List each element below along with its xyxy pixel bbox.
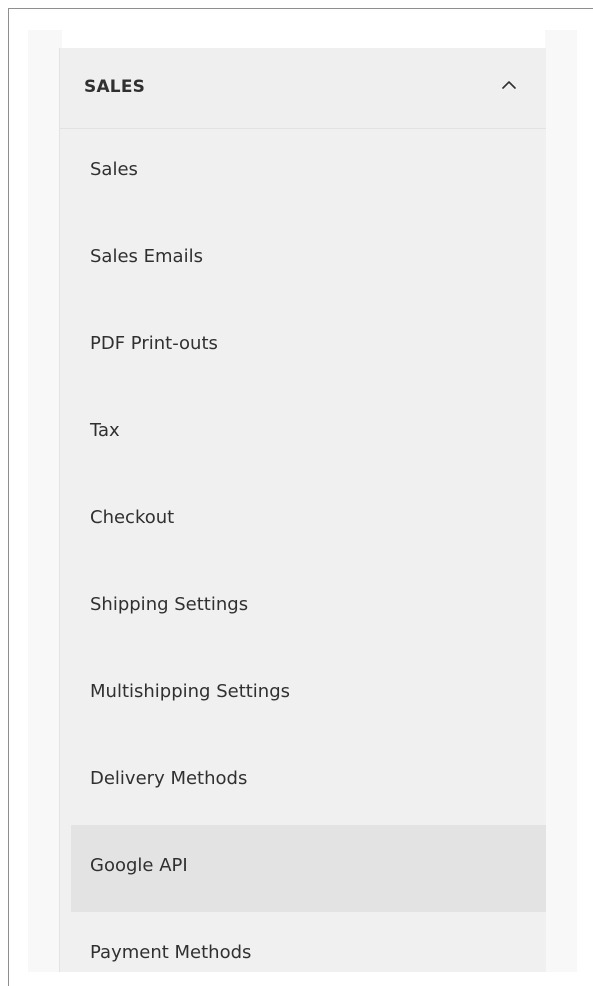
menu-item-label: Google API [90, 855, 188, 876]
menu-item-label: Delivery Methods [90, 768, 248, 789]
menu-item-delivery-methods[interactable]: Delivery Methods [60, 738, 546, 825]
section-header-sales[interactable]: SALES [60, 48, 546, 129]
menu-item-pdf-print-outs[interactable]: PDF Print-outs [60, 303, 546, 390]
menu-item-label: PDF Print-outs [90, 333, 218, 354]
menu-item-tax[interactable]: Tax [60, 390, 546, 477]
previous-section-edge [62, 30, 545, 48]
section-title: SALES [84, 77, 146, 97]
menu-item-shipping-settings[interactable]: Shipping Settings [60, 564, 546, 651]
sales-menu: Sales Sales Emails PDF Print-outs Tax Ch… [60, 129, 546, 972]
menu-item-label: Tax [90, 420, 120, 441]
menu-item-payment-methods[interactable]: Payment Methods [60, 912, 546, 972]
config-sidebar: SALES Sales Sales Emails PDF Print-outs … [28, 30, 577, 972]
menu-item-label: Sales Emails [90, 246, 203, 267]
menu-item-label: Payment Methods [90, 942, 252, 963]
menu-item-google-api[interactable]: Google API [60, 825, 546, 912]
menu-item-multishipping-settings[interactable]: Multishipping Settings [60, 651, 546, 738]
menu-item-label: Sales [90, 159, 138, 180]
menu-item-label: Multishipping Settings [90, 681, 291, 702]
menu-item-checkout[interactable]: Checkout [60, 477, 546, 564]
menu-item-label: Shipping Settings [90, 594, 249, 615]
chevron-up-icon[interactable] [501, 78, 517, 92]
menu-item-sales[interactable]: Sales [60, 129, 546, 216]
menu-item-sales-emails[interactable]: Sales Emails [60, 216, 546, 303]
sales-section: SALES Sales Sales Emails PDF Print-outs … [59, 48, 546, 972]
menu-item-label: Checkout [90, 507, 175, 528]
